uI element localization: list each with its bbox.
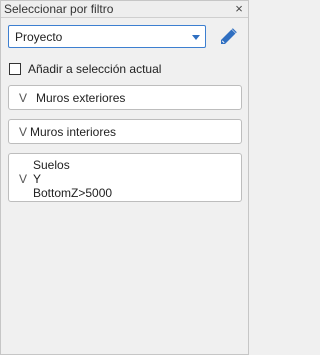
- filter-text: Muros exteriores: [36, 91, 126, 105]
- filter-item-suelos[interactable]: V Suelos Y BottomZ>5000: [8, 153, 242, 202]
- window-title: Seleccionar por filtro: [4, 2, 114, 16]
- edit-filter-button[interactable]: [217, 26, 239, 48]
- select-by-filter-panel: Seleccionar por filtro × Proyecto Añadir…: [0, 0, 249, 355]
- category-dropdown[interactable]: Proyecto: [8, 25, 206, 48]
- filter-operator: V: [19, 125, 28, 139]
- filter-operator: V: [19, 91, 28, 105]
- filter-text: Muros interiores: [30, 125, 117, 139]
- filter-operator: V: [19, 172, 28, 186]
- pencil-icon: [221, 28, 237, 44]
- filter-item-muros-exteriores[interactable]: V Muros exteriores: [8, 85, 242, 110]
- add-to-selection-label: Añadir a selección actual: [28, 62, 162, 76]
- filter-text-line-2: Y: [33, 172, 42, 186]
- chevron-down-icon: [192, 35, 200, 40]
- title-bar: Seleccionar por filtro ×: [1, 1, 248, 18]
- add-to-selection-checkbox[interactable]: [9, 63, 21, 75]
- dropdown-selected-value: Proyecto: [15, 30, 63, 44]
- filter-item-muros-interiores[interactable]: V Muros interiores: [8, 119, 242, 144]
- filter-text-line-3: BottomZ>5000: [33, 186, 113, 200]
- filter-text-line-1: Suelos: [33, 158, 70, 172]
- close-button[interactable]: ×: [233, 2, 245, 16]
